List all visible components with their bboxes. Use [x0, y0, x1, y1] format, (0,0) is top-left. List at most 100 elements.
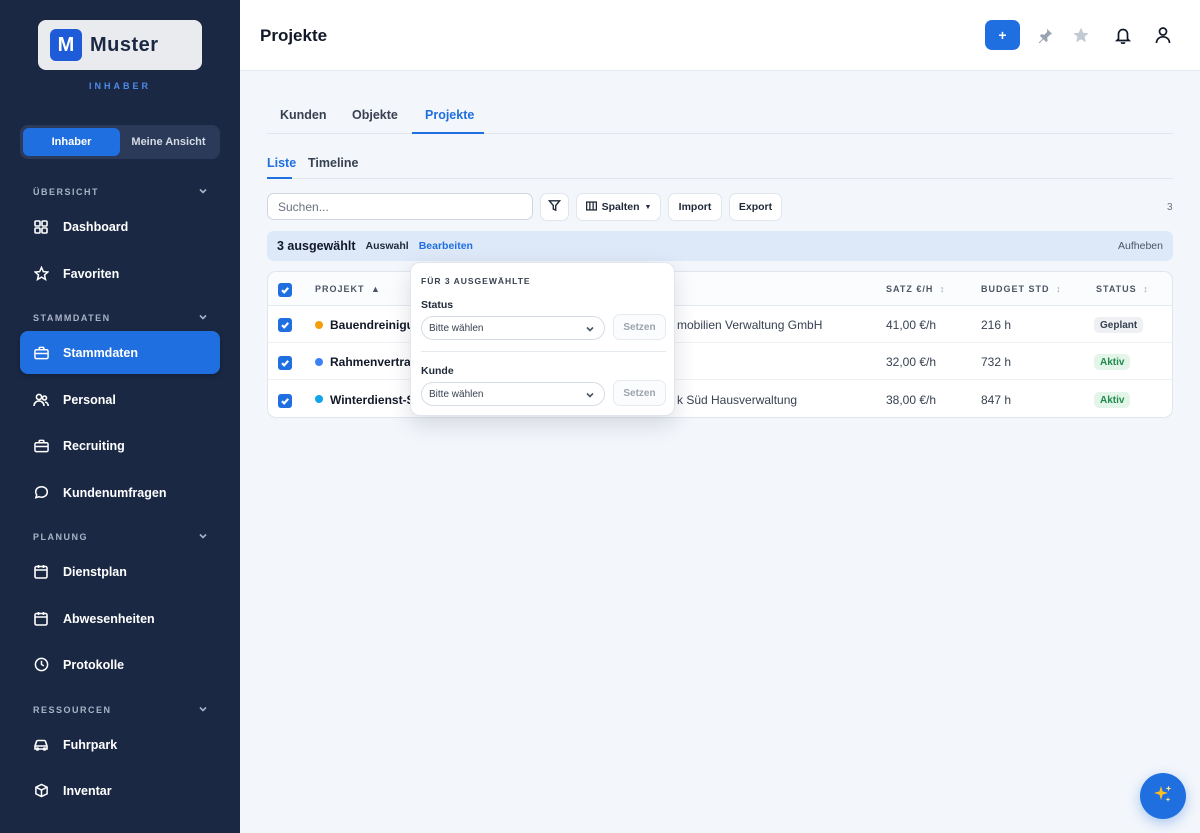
- row-checkbox[interactable]: [278, 318, 292, 332]
- bell-icon[interactable]: [1113, 25, 1133, 45]
- sidebar-item-label: Favoriten: [63, 266, 120, 281]
- chat-icon: [33, 485, 49, 501]
- sidebar-item-favoriten[interactable]: Favoriten: [20, 252, 220, 295]
- tab-liste[interactable]: Liste: [267, 156, 296, 170]
- sidebar-item-fuhrpark[interactable]: Fuhrpark: [20, 723, 220, 766]
- customer-select-value: Bitte wählen: [429, 388, 484, 400]
- logo-mark-icon: M: [50, 29, 82, 61]
- project-budget: 216 h: [981, 318, 1012, 332]
- sparkles-icon: [1152, 783, 1174, 810]
- export-button[interactable]: Export: [729, 193, 782, 221]
- table-row[interactable]: Rahmenvertrag 32,00 €/h 732 h Aktiv: [268, 343, 1172, 380]
- page-title: Projekte: [260, 26, 328, 45]
- tab-timeline[interactable]: Timeline: [308, 156, 358, 170]
- sort-icon: ↕: [1143, 284, 1149, 294]
- project-customer: k Süd Hausverwaltung: [677, 393, 798, 407]
- sidebar-item-label: Personal: [63, 392, 116, 407]
- table-row[interactable]: Bauendreinigung mobilien Verwaltung GmbH…: [268, 306, 1172, 343]
- clear-selection-button[interactable]: Aufheben: [1118, 240, 1163, 252]
- role-label: INHABER: [88, 81, 151, 91]
- nav-section-uebersicht[interactable]: ÜBERSICHT: [33, 186, 208, 198]
- apply-status-button[interactable]: Setzen: [613, 314, 666, 340]
- star-icon: [33, 266, 49, 282]
- sidebar-item-inventar[interactable]: Inventar: [20, 769, 220, 812]
- filter-button[interactable]: [540, 193, 569, 221]
- box-icon: [33, 783, 49, 799]
- chevron-down-icon: [198, 531, 208, 543]
- sidebar-item-protokolle[interactable]: Protokolle: [20, 643, 220, 686]
- table-row[interactable]: Winterdienst-Saison k Süd Hausverwaltung…: [268, 380, 1172, 417]
- sidebar-item-dienstplan[interactable]: Dienstplan: [20, 550, 220, 593]
- sidebar-item-stammdaten[interactable]: Stammdaten: [20, 331, 220, 374]
- pin-icon[interactable]: [1035, 25, 1055, 45]
- table-header: PROJEKT ▲ SATZ €/H ↕ BUDGET STD ↕ STATUS…: [268, 272, 1172, 306]
- nav-section-ressourcen[interactable]: RESSOURCEN: [33, 704, 208, 716]
- caret-down-icon: ▼: [644, 203, 652, 211]
- column-header-status[interactable]: STATUS ↕: [1096, 284, 1149, 294]
- brand-logo[interactable]: M Muster: [38, 20, 202, 70]
- calendar-icon: [33, 564, 49, 580]
- search-input[interactable]: Suchen...: [267, 193, 533, 220]
- sidebar-item-kundenumfragen[interactable]: Kundenumfragen: [20, 471, 220, 514]
- sidebar: M Muster INHABER Inhaber Meine Ansicht Ü…: [0, 0, 240, 833]
- tab-kunden[interactable]: Kunden: [280, 108, 327, 122]
- sidebar-item-label: Protokolle: [63, 657, 125, 672]
- columns-icon: [585, 200, 597, 214]
- sidebar-item-personal[interactable]: Personal: [20, 378, 220, 421]
- user-icon[interactable]: [1153, 25, 1173, 45]
- column-header-budget[interactable]: BUDGET STD ↕: [981, 284, 1062, 294]
- sidebar-item-recruiting[interactable]: Recruiting: [20, 424, 220, 467]
- nav-section-label: RESSOURCEN: [33, 705, 112, 715]
- selection-menu-button[interactable]: Auswahl: [366, 240, 409, 252]
- car-icon: [33, 737, 49, 753]
- briefcase-icon: [33, 438, 49, 454]
- status-select[interactable]: Bitte wählen: [421, 316, 605, 340]
- star-icon[interactable]: [1071, 25, 1091, 45]
- column-header-project[interactable]: PROJEKT ▲: [315, 284, 381, 294]
- nav-section-label: PLANUNG: [33, 532, 88, 542]
- select-all-checkbox[interactable]: [278, 283, 292, 297]
- import-button[interactable]: Import: [668, 193, 722, 221]
- customer-select[interactable]: Bitte wählen: [421, 382, 605, 406]
- result-count: 3: [1167, 202, 1173, 213]
- status-label: Status: [421, 299, 454, 311]
- chevron-down-icon: [198, 704, 208, 716]
- role-option-inhaber[interactable]: Inhaber: [23, 128, 120, 156]
- row-checkbox[interactable]: [278, 356, 292, 370]
- chevron-down-icon: [198, 312, 208, 324]
- project-name[interactable]: Rahmenvertrag: [330, 355, 420, 369]
- row-checkbox[interactable]: [278, 394, 292, 408]
- customer-label: Kunde: [421, 365, 454, 377]
- divider: [421, 351, 666, 352]
- sidebar-item-label: Fuhrpark: [63, 737, 118, 752]
- people-icon: [33, 392, 49, 408]
- column-header-rate[interactable]: SATZ €/H ↕: [886, 284, 945, 294]
- nav-section-stammdaten[interactable]: STAMMDATEN: [33, 312, 208, 324]
- role-option-meine-ansicht[interactable]: Meine Ansicht: [120, 128, 217, 156]
- sidebar-item-abwesenheiten[interactable]: Abwesenheiten: [20, 597, 220, 640]
- bulk-edit-popover: FÜR 3 AUSGEWÄHLTE Status Bitte wählen Se…: [410, 262, 675, 416]
- brand-name: Muster: [90, 33, 159, 56]
- columns-button[interactable]: Spalten ▼: [576, 193, 661, 221]
- active-tab-indicator: [412, 132, 484, 134]
- sort-icon: ↕: [939, 284, 946, 294]
- project-rate: 41,00 €/h: [886, 318, 937, 332]
- sidebar-item-dashboard[interactable]: Dashboard: [20, 205, 220, 248]
- bulk-edit-button[interactable]: Bearbeiten: [419, 240, 473, 252]
- tab-objekte[interactable]: Objekte: [352, 108, 398, 122]
- project-color-dot: [315, 395, 323, 403]
- column-header-label: PROJEKT: [315, 284, 365, 294]
- nav-section-planung[interactable]: PLANUNG: [33, 531, 208, 543]
- selection-count: 3 ausgewählt: [277, 239, 356, 253]
- projects-table: PROJEKT ▲ SATZ €/H ↕ BUDGET STD ↕ STATUS…: [267, 271, 1173, 418]
- apply-customer-button[interactable]: Setzen: [613, 380, 666, 406]
- project-name[interactable]: Winterdienst-Saison: [330, 393, 420, 407]
- project-name[interactable]: Bauendreinigung: [330, 318, 420, 332]
- selection-bar: 3 ausgewählt Auswahl Bearbeiten Aufheben: [267, 231, 1173, 261]
- add-button[interactable]: +: [985, 20, 1020, 50]
- project-customer: mobilien Verwaltung GmbH: [677, 318, 823, 332]
- ai-assistant-button[interactable]: [1140, 773, 1186, 819]
- grid-icon: [33, 219, 49, 235]
- tab-projekte[interactable]: Projekte: [425, 108, 474, 122]
- status-badge: Aktiv: [1094, 392, 1131, 408]
